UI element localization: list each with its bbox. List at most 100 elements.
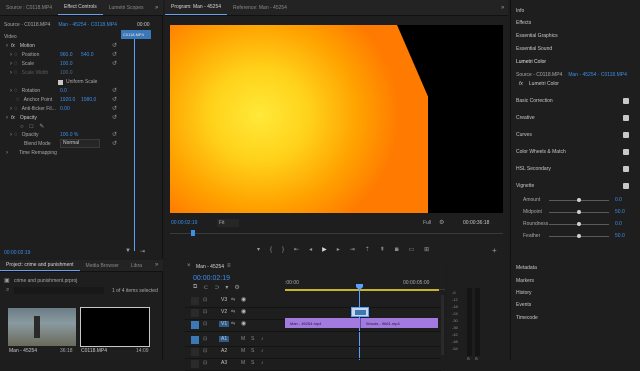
program-current-time[interactable]: 00:00:02:19 xyxy=(171,220,197,226)
ec-bottom-timecode[interactable]: 00:00:02:19 xyxy=(4,250,30,256)
lock-icon[interactable]: ⊡ xyxy=(203,348,207,354)
wrench-icon[interactable]: ⚙ xyxy=(439,219,444,226)
linked-selection-icon[interactable]: ⊃ xyxy=(214,284,219,291)
clip-c0118[interactable] xyxy=(351,307,369,317)
microphone-icon[interactable]: ♪ xyxy=(261,336,264,342)
chevron-down-icon[interactable]: › xyxy=(6,115,8,121)
step-back-icon[interactable]: ◂ xyxy=(309,246,312,253)
eye-icon[interactable]: ◉ xyxy=(241,320,246,327)
lumetri-sequence[interactable]: Man - 45254 · C0118.MP4 xyxy=(568,72,627,78)
rectangle-mask-icon[interactable]: □ xyxy=(30,124,34,130)
play-icon[interactable]: ▶ xyxy=(322,246,327,253)
source-patch-toggle[interactable] xyxy=(191,336,199,344)
chevron-right-icon[interactable]: › xyxy=(10,106,12,112)
track-label[interactable]: V3 xyxy=(219,297,229,303)
ellipse-mask-icon[interactable]: ○ xyxy=(20,124,24,130)
section-checkbox[interactable] xyxy=(623,132,629,138)
mute-button[interactable]: M xyxy=(241,336,245,342)
chevron-right-icon[interactable]: › xyxy=(6,150,8,156)
add-button-icon[interactable]: + xyxy=(492,246,497,255)
section-creative[interactable]: Creative xyxy=(516,113,535,123)
lumetri-source[interactable]: Source - C0118.MP4 xyxy=(516,72,562,78)
sync-lock-icon[interactable]: ⇆ xyxy=(231,309,235,315)
reset-icon[interactable]: ↺ xyxy=(112,42,117,49)
marker-icon[interactable]: ▾ xyxy=(257,246,260,253)
reset-icon[interactable]: ↺ xyxy=(112,87,117,94)
lift-icon[interactable]: ⇡ xyxy=(365,246,370,253)
camera-icon[interactable]: ◙ xyxy=(395,247,399,253)
timeline-settings-icon[interactable]: ⚙ xyxy=(234,284,239,291)
mute-button[interactable]: M xyxy=(241,360,245,366)
uniform-scale-row[interactable]: Uniform Scale xyxy=(58,79,97,85)
tab-lumetri-scopes[interactable]: Lumetri Scopes xyxy=(103,0,150,15)
track-label[interactable]: V2 xyxy=(219,309,229,315)
tab-libraries[interactable]: Libra xyxy=(125,260,148,271)
eye-icon[interactable]: ◉ xyxy=(241,308,246,315)
mark-in-icon[interactable]: { xyxy=(270,247,272,253)
motion-row[interactable]: › fx Motion xyxy=(6,43,35,49)
microphone-icon[interactable]: ♪ xyxy=(261,360,264,366)
stopwatch-icon[interactable]: ◌ xyxy=(16,97,20,103)
section-checkbox[interactable] xyxy=(623,166,629,172)
source-select[interactable]: Source · C0118.MP4 xyxy=(4,22,50,28)
blend-mode-select[interactable]: Normal xyxy=(60,139,100,148)
rotation-value[interactable]: 0.0 xyxy=(60,88,67,94)
solo-button[interactable]: S xyxy=(251,336,254,342)
tab-media-browser[interactable]: Media Browser xyxy=(80,260,125,271)
reset-icon[interactable]: ↺ xyxy=(112,96,117,103)
time-remap-row[interactable]: › Time Remapping xyxy=(6,150,57,156)
tab-program[interactable]: Program: Man - 45254 xyxy=(165,0,228,15)
tab-reference[interactable]: Reference: Man - 45254 xyxy=(227,0,293,15)
vignette-slider-knob[interactable] xyxy=(577,234,581,238)
section-checkbox[interactable] xyxy=(623,115,629,121)
section-color-wheels[interactable]: Color Wheels & Match xyxy=(516,147,566,157)
step-forward-icon[interactable]: ▸ xyxy=(337,246,340,253)
opacity-heading-row[interactable]: › fx Opacity xyxy=(6,115,37,121)
project-search-input[interactable] xyxy=(14,287,104,294)
go-to-in-icon[interactable]: ⇤ xyxy=(294,246,299,253)
stopwatch-icon[interactable]: ◌ xyxy=(14,61,18,67)
lock-icon[interactable]: ⊡ xyxy=(203,360,207,366)
panel-essential-graphics[interactable]: Essential Graphics xyxy=(516,31,558,41)
position-y-value[interactable]: 540.0 xyxy=(81,52,94,58)
multicam-icon[interactable]: ⊞ xyxy=(424,246,429,253)
vignette-slider-knob[interactable] xyxy=(577,222,581,226)
source-patch-toggle[interactable] xyxy=(191,348,199,356)
scale-value[interactable]: 100.0 xyxy=(60,61,73,67)
reset-icon[interactable]: ↺ xyxy=(112,140,117,147)
stopwatch-icon[interactable]: ◌ xyxy=(14,52,18,58)
mark-out-icon[interactable]: } xyxy=(282,247,284,253)
panel-menu-icon[interactable]: » xyxy=(501,5,504,11)
ec-clip-bar[interactable]: C0118.MP4 xyxy=(121,30,151,39)
track-label[interactable]: A3 xyxy=(219,360,229,366)
comparison-icon[interactable]: ▭ xyxy=(408,246,414,253)
section-checkbox[interactable] xyxy=(623,183,629,189)
thumbnail-c0118[interactable] xyxy=(80,307,150,347)
panel-effects[interactable]: Effects xyxy=(516,18,531,28)
solo-button[interactable]: S xyxy=(251,360,254,366)
antiflicker-value[interactable]: 0.00 xyxy=(60,106,70,112)
sequence-select[interactable]: Man - 45254 · C0118.MP4 xyxy=(58,22,117,28)
lumetri-effect-row[interactable]: fx Lumetri Color xyxy=(519,81,559,87)
panel-timecode[interactable]: Timecode xyxy=(516,313,538,323)
add-marker-icon[interactable]: ▾ xyxy=(225,284,228,291)
timeline-timecode[interactable]: 00:00:02:19 xyxy=(193,275,230,282)
search-icon[interactable]: ⌕ xyxy=(6,287,9,294)
uniform-scale-checkbox[interactable] xyxy=(58,79,63,85)
section-hsl-secondary[interactable]: HSL Secondary xyxy=(516,164,551,174)
section-curves[interactable]: Curves xyxy=(516,130,532,140)
chevron-right-icon[interactable]: › xyxy=(10,61,12,67)
vignette-slider-knob[interactable] xyxy=(577,198,581,202)
thumbnail-man[interactable] xyxy=(8,308,76,346)
stopwatch-icon[interactable]: ◌ xyxy=(14,106,18,112)
panel-metadata[interactable]: Metadata xyxy=(516,263,537,273)
track-label[interactable]: A2 xyxy=(219,348,229,354)
sync-lock-icon[interactable]: ⇆ xyxy=(231,321,235,327)
anchor-x-value[interactable]: 1920.0 xyxy=(60,97,75,103)
mute-button[interactable]: M xyxy=(241,348,245,354)
fit-select[interactable]: Fit xyxy=(217,219,239,227)
clip-woods-9661[interactable]: Woods - 9661.mp4 xyxy=(360,318,438,328)
work-area-bar[interactable] xyxy=(285,289,439,291)
panel-history[interactable]: History xyxy=(516,288,532,298)
section-checkbox[interactable] xyxy=(623,149,629,155)
